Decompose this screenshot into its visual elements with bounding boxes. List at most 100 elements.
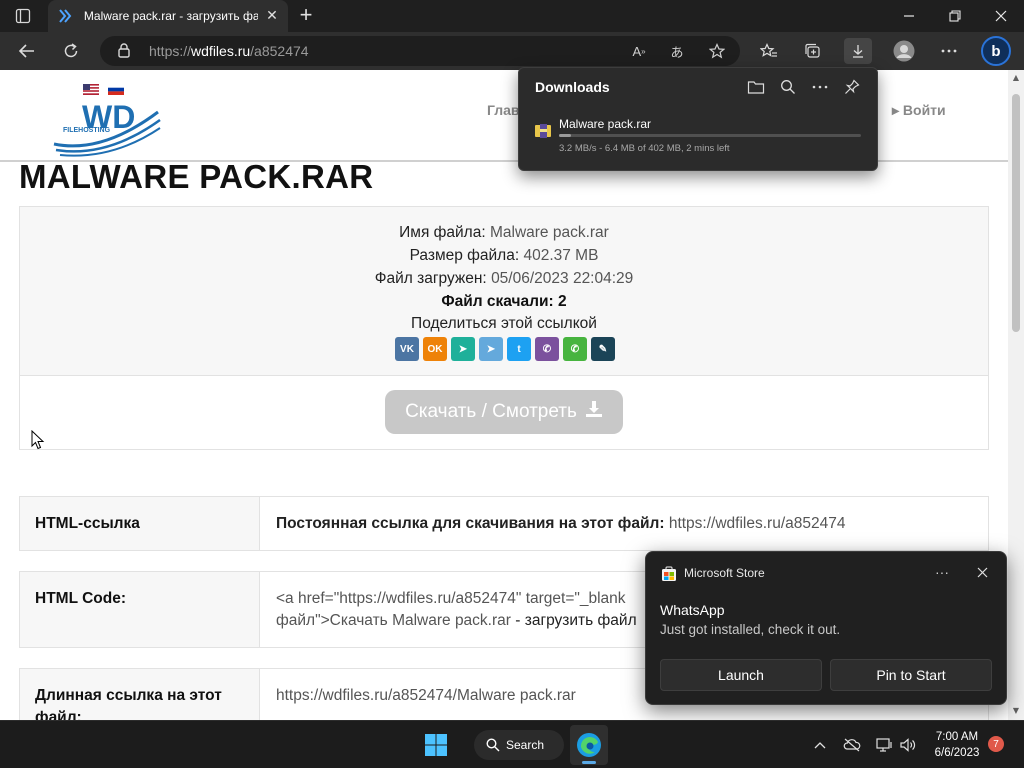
network-icon[interactable] xyxy=(874,735,894,755)
file-size-label: Размер файла: xyxy=(409,247,520,264)
taskbar-search[interactable]: Search xyxy=(474,730,564,760)
toast-message: Just got installed, check it out. xyxy=(660,622,841,637)
toast-close-icon[interactable] xyxy=(972,562,992,582)
restore-icon[interactable] xyxy=(932,0,978,32)
onedrive-off-icon[interactable] xyxy=(842,735,862,755)
profile-avatar-icon[interactable] xyxy=(890,39,918,63)
favorite-star-icon[interactable] xyxy=(706,40,728,62)
html-code-label: HTML Code: xyxy=(20,572,260,647)
livejournal-share-icon[interactable]: ✎ xyxy=(591,337,615,361)
file-info-box: Имя файла: Malware pack.rar Размер файла… xyxy=(19,206,989,450)
tab-close-icon[interactable]: ✕ xyxy=(264,8,280,24)
url-text: https://wdfiles.ru/a852474 xyxy=(149,43,309,59)
volume-icon[interactable] xyxy=(898,735,918,755)
downloads-title: Downloads xyxy=(535,79,610,95)
page-scrollbar[interactable]: ▲ ▼ xyxy=(1008,70,1024,720)
favorites-icon[interactable] xyxy=(756,39,782,63)
downloads-flyout: Downloads Malware pack.rar 3.2 MB/s - 6.… xyxy=(518,67,878,171)
nav-login-link[interactable]: ▸ Войти xyxy=(892,102,946,119)
twitter-share-icon[interactable]: t xyxy=(507,337,531,361)
svg-text:b: b xyxy=(991,43,1000,60)
mouse-cursor-icon xyxy=(31,429,45,454)
downloads-more-icon[interactable] xyxy=(809,76,831,98)
download-view-button[interactable]: Скачать / Смотреть xyxy=(385,390,623,434)
logo-subtitle: FILEHOSTING xyxy=(63,127,111,134)
new-tab-icon[interactable]: + xyxy=(294,4,318,28)
file-size-value: 402.37 MB xyxy=(523,247,599,264)
long-link-label: Длинная ссылка на этот файл: xyxy=(20,669,260,720)
long-link-url: https://wdfiles.ru/a852474/Malware pack.… xyxy=(276,687,576,704)
taskbar-clock[interactable]: 7:00 AM 6/6/2023 xyxy=(928,729,986,761)
english-flag-icon[interactable] xyxy=(83,80,99,95)
scroll-thumb[interactable] xyxy=(1012,94,1020,332)
russian-flag-icon[interactable] xyxy=(108,80,124,95)
clock-time: 7:00 AM xyxy=(935,731,979,743)
back-icon[interactable] xyxy=(14,39,40,63)
site-logo[interactable]: WD FILEHOSTING xyxy=(52,94,162,160)
html-link-row: HTML-ссылка Постоянная ссылка для скачив… xyxy=(19,496,989,551)
html-code-line2b: Malware pack.rar xyxy=(392,612,511,629)
search-downloads-icon[interactable] xyxy=(777,76,799,98)
scroll-down-icon[interactable]: ▼ xyxy=(1011,706,1021,716)
odnoklassniki-share-icon[interactable]: OK xyxy=(423,337,447,361)
notification-count-badge[interactable]: 7 xyxy=(988,736,1004,752)
url-prefix: https:// xyxy=(149,43,192,59)
file-size-line: Размер файла: 402.37 MB xyxy=(20,247,988,265)
file-uploaded-value: 05/06/2023 22:04:29 xyxy=(491,270,634,287)
read-aloud-icon[interactable]: A» xyxy=(628,40,650,62)
nav-home-link[interactable]: Глав xyxy=(487,102,520,118)
page-title: MALWARE PACK.RAR xyxy=(19,158,374,195)
html-link-label: HTML-ссылка xyxy=(20,497,260,550)
whatsapp-share-icon[interactable]: ✆ xyxy=(563,337,587,361)
long-link-value[interactable]: https://wdfiles.ru/a852474/Malware pack.… xyxy=(276,685,576,707)
microsoft-store-icon xyxy=(661,566,677,582)
download-count: Файл скачали: 2 xyxy=(441,293,567,310)
toast-title: WhatsApp xyxy=(660,602,725,618)
html-link-value: Постоянная ссылка для скачивания на этот… xyxy=(276,513,845,535)
windows-start-icon[interactable] xyxy=(424,733,448,761)
translate-icon[interactable]: あ xyxy=(666,40,688,62)
html-code-value[interactable]: <a href="https://wdfiles.ru/a852474" tar… xyxy=(276,588,637,632)
minimize-icon[interactable] xyxy=(886,0,932,32)
lock-icon[interactable] xyxy=(117,42,131,62)
downloads-icon[interactable] xyxy=(844,38,872,64)
download-progress-fill xyxy=(559,134,572,137)
pin-icon[interactable] xyxy=(841,76,863,98)
rar-file-icon xyxy=(535,123,551,142)
notification-toast: Microsoft Store ··· WhatsApp Just got in… xyxy=(645,551,1007,705)
taskbar-search-icon xyxy=(486,738,500,752)
wdfiles-favicon-icon xyxy=(56,7,74,25)
file-name-line: Имя файла: Malware pack.rar xyxy=(20,224,988,242)
pin-to-start-button[interactable]: Pin to Start xyxy=(830,659,992,691)
refresh-icon[interactable] xyxy=(58,39,84,63)
tab-actions-icon[interactable] xyxy=(10,5,36,27)
share-buttons: VK OK ➤ ➤ t ✆ ✆ ✎ xyxy=(395,337,615,361)
file-info-panel: Имя файла: Malware pack.rar Размер файла… xyxy=(20,207,988,376)
tab-title: Malware pack.rar - загрузить фа xyxy=(83,9,259,23)
telegram-share-icon[interactable]: ➤ xyxy=(479,337,503,361)
file-name-label: Имя файла: xyxy=(399,224,486,241)
download-file-name[interactable]: Malware pack.rar xyxy=(559,117,651,131)
address-bar[interactable]: https://wdfiles.ru/a852474 A» あ xyxy=(100,36,740,66)
vk-share-icon[interactable]: VK xyxy=(395,337,419,361)
tab-active[interactable]: Malware pack.rar - загрузить фа ✕ xyxy=(48,0,288,32)
open-folder-icon[interactable] xyxy=(745,76,767,98)
scroll-up-icon[interactable]: ▲ xyxy=(1011,73,1021,83)
file-uploaded-line: Файл загружен: 05/06/2023 22:04:29 xyxy=(20,270,988,288)
edge-taskbar-icon[interactable] xyxy=(570,725,608,765)
settings-more-icon[interactable] xyxy=(936,39,962,63)
toast-more-icon[interactable]: ··· xyxy=(932,564,952,580)
viber-share-icon[interactable]: ✆ xyxy=(535,337,559,361)
yandex-messenger-share-icon[interactable]: ➤ xyxy=(451,337,475,361)
taskbar: Search 7:00 AM 6/6/2023 7 xyxy=(0,720,1024,768)
collections-icon[interactable] xyxy=(800,39,826,63)
html-link-url[interactable]: https://wdfiles.ru/a852474 xyxy=(669,515,846,532)
clock-date: 6/6/2023 xyxy=(934,747,980,759)
tray-overflow-icon[interactable] xyxy=(810,735,830,755)
close-window-icon[interactable] xyxy=(978,0,1024,32)
bing-copilot-icon[interactable]: b xyxy=(980,35,1012,67)
launch-button[interactable]: Launch xyxy=(660,659,822,691)
url-host: wdfiles.ru xyxy=(191,43,251,59)
download-view-label: Скачать / Смотреть xyxy=(405,401,577,422)
download-arrow-icon xyxy=(585,400,603,424)
